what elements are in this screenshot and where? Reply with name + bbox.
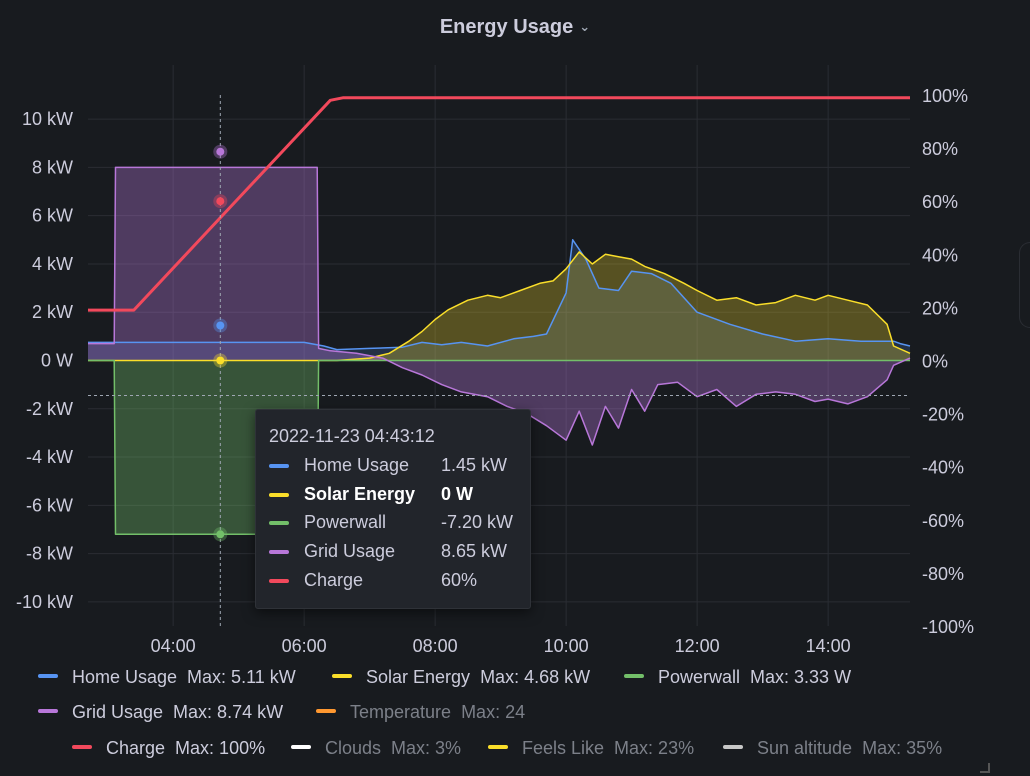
y-tick-label-right: -60% bbox=[922, 511, 964, 531]
y-tick-label-right: 40% bbox=[922, 245, 958, 265]
y-tick-label-left: 10 kW bbox=[22, 109, 73, 129]
energy-usage-chart[interactable]: 10 kW 8 kW 6 kW 4 kW 2 kW 0 W -2 kW -4 kW -6 kW -… bbox=[0, 0, 1030, 776]
x-tick-label: 10:00 bbox=[544, 636, 589, 656]
tooltip-series-name: Charge bbox=[304, 570, 364, 590]
y-tick-label-left: -4 kW bbox=[26, 447, 73, 467]
tooltip-series-name: Powerwall bbox=[304, 512, 387, 532]
y-tick-label-left: 6 kW bbox=[32, 206, 73, 226]
legend-max: Max: 23% bbox=[614, 738, 695, 758]
y-tick-label-left: 8 kW bbox=[32, 157, 73, 177]
legend-swatch bbox=[38, 674, 58, 679]
legend-max: Max: 8.74 kW bbox=[173, 702, 284, 722]
x-tick-label: 12:00 bbox=[675, 636, 720, 656]
y-axis-right: 100% 80% 60% 40% 20% 0% -20% -40% -60% -80% -100% bbox=[922, 86, 974, 637]
y-tick-label-right: 60% bbox=[922, 192, 958, 212]
x-tick-label: 04:00 bbox=[151, 636, 196, 656]
y-tick-label-left: -2 kW bbox=[26, 399, 73, 419]
y-tick-label-right: -20% bbox=[922, 405, 964, 425]
resize-handle-icon[interactable] bbox=[980, 763, 990, 773]
tooltip-series-name: Grid Usage bbox=[304, 541, 396, 561]
legend-max: Max: 4.68 kW bbox=[480, 667, 591, 687]
legend-max: Max: 5.11 kW bbox=[187, 667, 296, 687]
y-tick-label-right: -80% bbox=[922, 564, 964, 584]
x-tick-label: 08:00 bbox=[413, 636, 458, 656]
legend-max: Max: 24 bbox=[461, 702, 526, 722]
y-tick-label-right: 0% bbox=[922, 352, 948, 372]
legend-label: Powerwall bbox=[658, 667, 741, 687]
legend-max: Max: 35% bbox=[862, 738, 943, 758]
legend-item-home-usage[interactable]: Home Usage Max: 5.11 kW bbox=[38, 667, 296, 688]
legend-item-clouds[interactable]: Clouds Max: 3% bbox=[291, 738, 461, 759]
x-tick-label: 14:00 bbox=[806, 636, 851, 656]
y-tick-label-left: -8 kW bbox=[26, 544, 73, 564]
chart-tooltip: 2022-11-23 04:43:12 Home Usage 1.45 kW S… bbox=[255, 409, 531, 609]
legend-item-feels-like[interactable]: Feels Like Max: 23% bbox=[488, 738, 694, 759]
x-tick-label: 06:00 bbox=[282, 636, 327, 656]
side-panel-handle[interactable] bbox=[1019, 242, 1030, 328]
hover-point bbox=[216, 197, 225, 206]
tooltip-series-value: 0 W bbox=[441, 484, 474, 504]
y-tick-label-right: -40% bbox=[922, 458, 964, 478]
legend-label: Sun altitude bbox=[757, 738, 853, 758]
hover-point bbox=[216, 321, 225, 330]
y-tick-label-right: -100% bbox=[922, 617, 974, 637]
y-axis-left: 10 kW 8 kW 6 kW 4 kW 2 kW 0 W -2 kW -4 kW -6 kW -… bbox=[16, 109, 73, 612]
legend-swatch bbox=[624, 674, 644, 679]
legend-label: Grid Usage bbox=[72, 702, 164, 722]
legend-label: Solar Energy bbox=[366, 667, 471, 687]
tooltip-series-name: Home Usage bbox=[304, 455, 410, 475]
x-axis: 04:00 06:00 08:00 10:00 12:00 14:00 bbox=[151, 636, 851, 656]
tooltip-series-value: 1.45 kW bbox=[441, 455, 508, 475]
tooltip-swatch bbox=[269, 579, 289, 583]
y-tick-label-right: 80% bbox=[922, 139, 958, 159]
tooltip-time: 2022-11-23 04:43:12 bbox=[269, 426, 435, 446]
legend-item-charge[interactable]: Charge Max: 100% bbox=[72, 738, 265, 759]
legend-label: Home Usage bbox=[72, 667, 178, 687]
y-tick-label-right: 100% bbox=[922, 86, 968, 106]
legend-label: Feels Like bbox=[522, 738, 605, 758]
legend-swatch bbox=[316, 709, 336, 714]
y-tick-label-left: 0 W bbox=[41, 351, 73, 371]
tooltip-series-value: 8.65 kW bbox=[441, 541, 508, 561]
legend-max: Max: 3% bbox=[391, 738, 462, 758]
tooltip-swatch bbox=[269, 550, 289, 554]
tooltip-series-name: Solar Energy bbox=[304, 484, 416, 504]
legend-swatch bbox=[291, 745, 311, 750]
tooltip-swatch bbox=[269, 493, 289, 497]
legend-swatch bbox=[38, 709, 58, 714]
y-tick-label-left: -6 kW bbox=[26, 495, 73, 515]
legend-max: Max: 100% bbox=[175, 738, 266, 758]
tooltip-series-value: 60% bbox=[441, 570, 478, 590]
hover-point bbox=[216, 530, 225, 539]
legend-item-temperature[interactable]: Temperature Max: 24 bbox=[316, 702, 525, 723]
legend-swatch bbox=[332, 674, 352, 679]
legend-swatch bbox=[723, 745, 743, 750]
tooltip-swatch bbox=[269, 464, 289, 468]
tooltip-swatch bbox=[269, 521, 289, 525]
y-tick-label-left: 2 kW bbox=[32, 302, 73, 322]
legend-swatch bbox=[488, 745, 508, 750]
tooltip-series-value: -7.20 kW bbox=[441, 512, 514, 532]
legend-label: Charge bbox=[106, 738, 166, 758]
legend-label: Clouds bbox=[325, 738, 382, 758]
legend-max: Max: 3.33 W bbox=[750, 667, 852, 687]
hover-point bbox=[216, 356, 225, 365]
legend-item-grid-usage[interactable]: Grid Usage Max: 8.74 kW bbox=[38, 702, 283, 723]
legend-item-solar-energy[interactable]: Solar Energy Max: 4.68 kW bbox=[332, 667, 590, 688]
legend-item-powerwall[interactable]: Powerwall Max: 3.33 W bbox=[624, 667, 851, 688]
hover-point bbox=[216, 147, 225, 156]
y-tick-label-left: -10 kW bbox=[16, 592, 73, 612]
y-tick-label-left: 4 kW bbox=[32, 254, 73, 274]
legend-item-sun-altitude[interactable]: Sun altitude Max: 35% bbox=[723, 738, 942, 759]
y-tick-label-right: 20% bbox=[922, 298, 958, 318]
legend-swatch bbox=[72, 745, 92, 750]
legend-label: Temperature bbox=[350, 702, 452, 722]
